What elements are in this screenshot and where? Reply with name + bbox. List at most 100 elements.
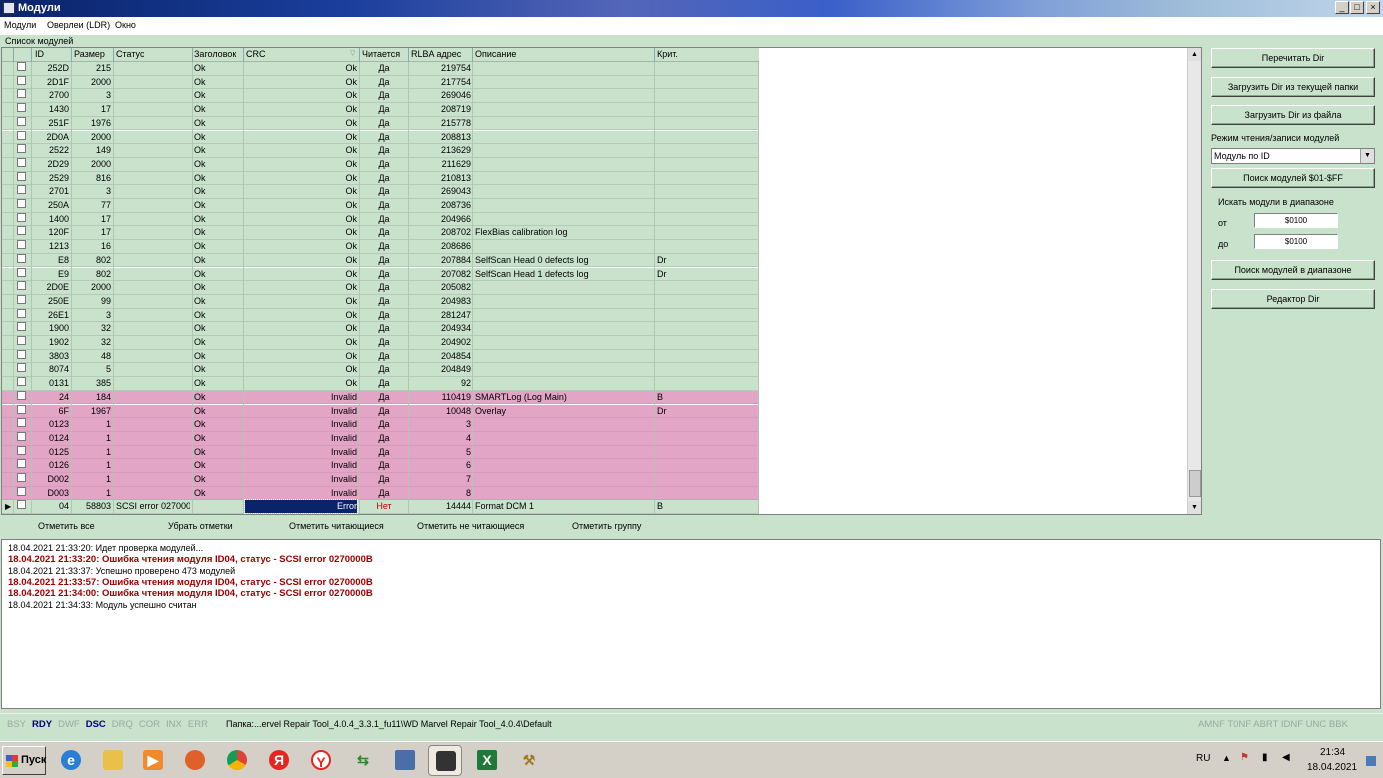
show-desktop-icon[interactable] — [1366, 756, 1376, 766]
table-row[interactable]: D002 1 Ok Invalid Да 7 — [2, 473, 759, 487]
menu-modules[interactable]: Модули — [4, 20, 36, 30]
row-checkbox[interactable] — [17, 377, 26, 387]
row-checkbox[interactable] — [17, 185, 26, 195]
table-row[interactable]: 0124 1 Ok Invalid Да 4 — [2, 431, 759, 446]
menu-window[interactable]: Окно — [115, 20, 136, 30]
table-row[interactable]: 1430 17 Ok Ok Да 208719 — [2, 103, 759, 117]
network-icon[interactable] — [388, 745, 422, 776]
table-row[interactable]: 24 184 Ok Invalid Да 110419 SMARTLog (Log Main… — [2, 390, 759, 405]
row-checkbox[interactable] — [17, 473, 26, 482]
table-row[interactable]: 8074 5 Ok Ok Да 204849 — [2, 363, 759, 378]
row-checkbox[interactable] — [17, 486, 26, 496]
clock-date[interactable]: 18.04.2021 — [1307, 762, 1357, 773]
table-row[interactable]: 2D0E 2000 Ok Ok Да 205082 — [2, 281, 759, 295]
row-checkbox[interactable] — [17, 349, 26, 359]
table-row[interactable]: 2529 816 Ok Ok Да 210813 — [2, 171, 759, 186]
start-button[interactable]: Пуск — [2, 746, 46, 775]
table-row[interactable]: 1900 32 Ok Ok Да 204934 — [2, 322, 759, 336]
row-checkbox[interactable] — [17, 404, 26, 414]
mark-group-button[interactable]: Отметить группу — [572, 521, 641, 531]
row-checkbox[interactable] — [17, 431, 26, 441]
table-row[interactable]: 0126 1 Ok Invalid Да 6 — [2, 459, 759, 473]
mark-all-button[interactable]: Отметить все — [38, 521, 95, 531]
search-range-button[interactable]: Поиск модулей в диапазоне — [1211, 260, 1375, 280]
row-checkbox[interactable] — [17, 116, 26, 126]
table-row[interactable]: 0123 1 Ok Invalid Да 3 — [2, 418, 759, 432]
to-input[interactable]: $0100 — [1254, 234, 1338, 249]
row-checkbox[interactable] — [17, 240, 26, 250]
table-row[interactable]: 2700 3 Ok Ok Да 269046 — [2, 89, 759, 104]
row-checkbox[interactable] — [17, 171, 26, 181]
table-row[interactable]: 6F 1967 Ok Invalid Да 10048 Overlay Dr — [2, 404, 759, 419]
clock-time[interactable]: 21:34 — [1320, 747, 1345, 758]
col-size[interactable]: Размер — [74, 49, 105, 59]
close-button[interactable]: × — [1366, 1, 1380, 14]
scroll-thumb[interactable] — [1189, 470, 1201, 497]
table-row[interactable]: 26E1 3 Ok Ok Да 281247 — [2, 308, 759, 323]
row-checkbox[interactable] — [17, 500, 26, 510]
ie-icon[interactable]: e — [54, 745, 88, 776]
row-checkbox[interactable] — [17, 336, 26, 345]
row-checkbox[interactable] — [17, 157, 26, 167]
col-status[interactable]: Статус — [116, 49, 144, 59]
table-row[interactable]: 1213 16 Ok Ok Да 208686 — [2, 240, 759, 254]
volume-icon[interactable]: ◀ — [1282, 752, 1290, 763]
log-panel[interactable]: 18.04.2021 21:33:20: Идет проверка модул… — [1, 539, 1381, 709]
from-input[interactable]: $0100 — [1254, 213, 1338, 228]
table-row[interactable]: D003 1 Ok Invalid Да 8 — [2, 486, 759, 501]
row-checkbox[interactable] — [17, 199, 26, 208]
table-row[interactable]: E8 802 Ok Ok Да 207884 SelfScan Head 0 defects… — [2, 253, 759, 268]
col-header[interactable]: Заголовок — [194, 49, 242, 59]
scroll-up-icon[interactable]: ▲ — [1188, 48, 1201, 61]
usb-icon[interactable]: ⇆ — [346, 745, 380, 776]
grid-scrollbar[interactable]: ▲ ▼ — [1187, 48, 1201, 514]
mark-readable-button[interactable]: Отметить читающиеся — [289, 521, 384, 531]
table-row[interactable]: 0125 1 Ok Invalid Да 5 — [2, 445, 759, 460]
row-checkbox[interactable] — [17, 281, 26, 291]
row-checkbox[interactable] — [17, 308, 26, 318]
excel-icon[interactable]: X — [470, 745, 504, 776]
explorer-icon[interactable] — [96, 745, 130, 776]
chevron-down-icon[interactable]: ▼ — [1360, 149, 1374, 163]
col-crc[interactable]: CRC — [246, 49, 266, 59]
menu-overlays[interactable]: Оверлеи (LDR) — [47, 20, 110, 30]
row-checkbox[interactable] — [17, 363, 26, 373]
row-checkbox[interactable] — [17, 130, 26, 140]
table-row[interactable]: 1902 32 Ok Ok Да 204902 — [2, 336, 759, 350]
dir-editor-button[interactable]: Редактор Dir — [1211, 289, 1375, 309]
row-checkbox[interactable] — [17, 294, 26, 304]
row-checkbox[interactable] — [17, 418, 26, 428]
col-id[interactable]: ID — [35, 49, 44, 59]
load-dir-file-button[interactable]: Загрузить Dir из файла — [1211, 105, 1375, 125]
row-checkbox[interactable] — [17, 75, 26, 85]
language-indicator[interactable]: RU — [1196, 753, 1210, 764]
scroll-down-icon[interactable]: ▼ — [1188, 501, 1201, 514]
unmark-button[interactable]: Убрать отметки — [168, 521, 233, 531]
table-row[interactable]: 251F 1976 Ok Ok Да 215778 — [2, 116, 759, 131]
chevron-up-icon[interactable]: ▲ — [1222, 753, 1231, 763]
table-row[interactable]: 250A 77 Ok Ok Да 208736 — [2, 199, 759, 213]
table-row[interactable]: 250E 99 Ok Ok Да 204983 — [2, 294, 759, 309]
table-row[interactable]: 2D29 2000 Ok Ok Да 211629 — [2, 157, 759, 172]
row-checkbox[interactable] — [17, 459, 26, 469]
flag-icon[interactable]: ⚑ — [1240, 752, 1249, 763]
power-icon[interactable]: ▮ — [1262, 752, 1268, 763]
minimize-button[interactable]: _ — [1335, 1, 1349, 14]
row-checkbox[interactable] — [17, 267, 26, 277]
reread-dir-button[interactable]: Перечитать Dir — [1211, 48, 1375, 68]
col-readable[interactable]: Читается — [362, 49, 400, 59]
mrt-app-icon[interactable] — [428, 745, 462, 776]
row-checkbox[interactable] — [17, 103, 26, 113]
load-dir-folder-button[interactable]: Загрузить Dir из текущей папки — [1211, 77, 1375, 97]
row-checkbox[interactable] — [17, 445, 26, 455]
table-row[interactable]: 2522 149 Ok Ok Да 213629 — [2, 144, 759, 158]
yandex-browser-icon[interactable]: Y — [304, 745, 338, 776]
table-row[interactable]: 3803 48 Ok Ok Да 204854 — [2, 349, 759, 364]
col-rlba[interactable]: RLBA адрес — [411, 49, 461, 59]
mark-unreadable-button[interactable]: Отметить не читающиеся — [417, 521, 524, 531]
row-checkbox[interactable] — [17, 226, 26, 236]
table-row[interactable]: 2D0A 2000 Ok Ok Да 208813 — [2, 130, 759, 145]
row-checkbox[interactable] — [17, 322, 26, 332]
row-checkbox[interactable] — [17, 253, 26, 263]
table-row[interactable]: 120F 17 Ok Ok Да 208702 FlexBias calibration l… — [2, 226, 759, 241]
